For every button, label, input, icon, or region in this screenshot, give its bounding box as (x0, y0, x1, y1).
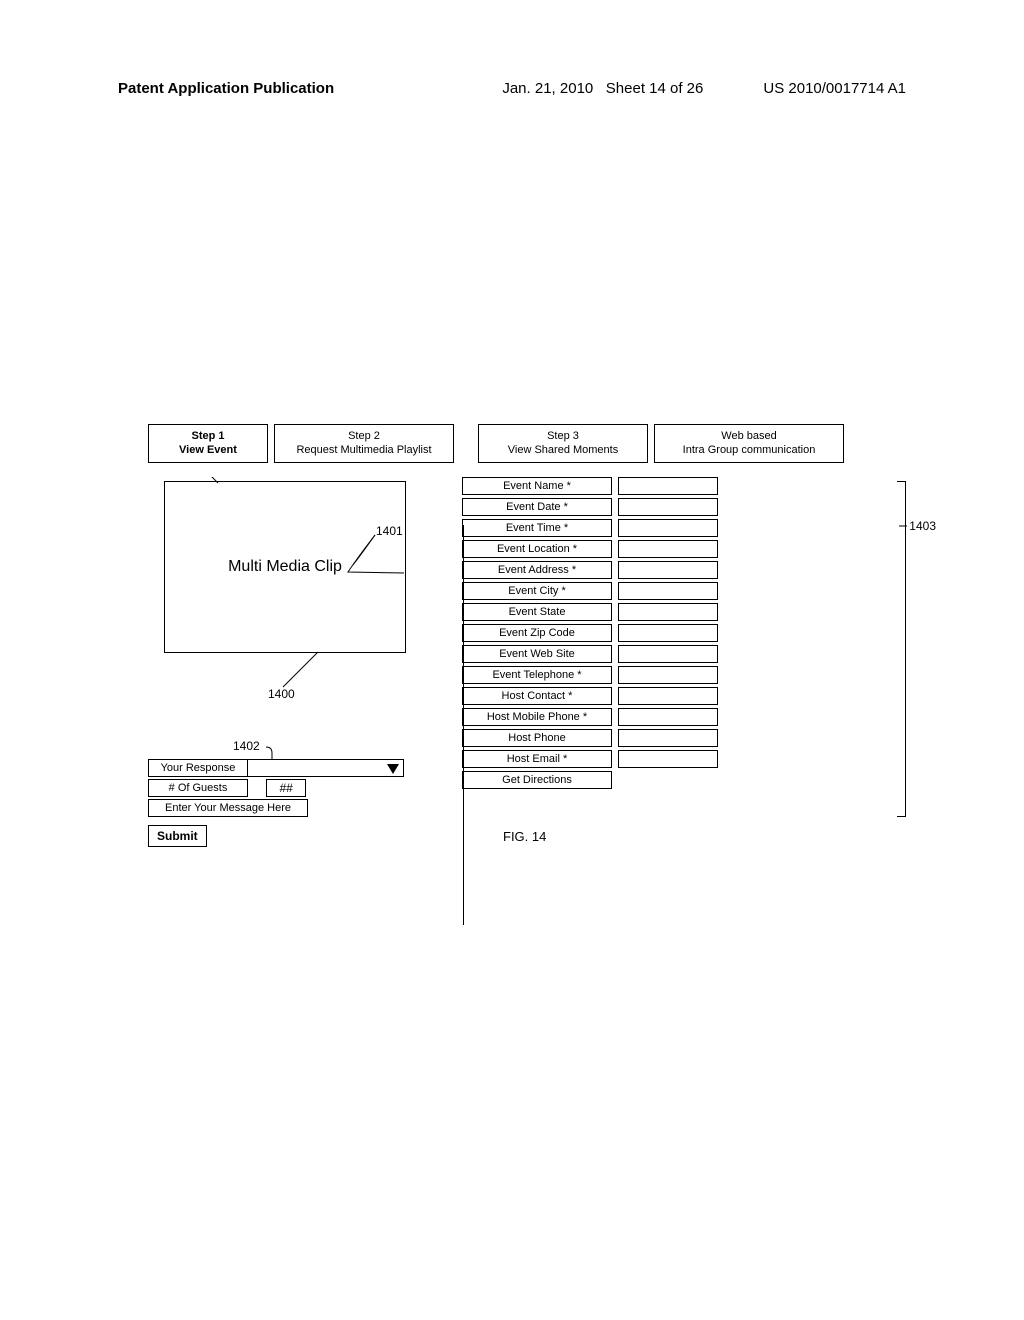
your-response-label: Your Response (148, 759, 248, 777)
callout-1401: 1401 (376, 524, 403, 538)
field-event-city: Event City * (462, 582, 612, 600)
response-block: Your Response # Of Guests ## Enter Your … (148, 759, 458, 847)
field-host-mobile: Host Mobile Phone * (462, 708, 612, 726)
field-event-date: Event Date * (462, 498, 612, 516)
input-event-address[interactable] (618, 561, 718, 579)
field-event-address: Event Address * (462, 561, 612, 579)
header-date: Jan. 21, 2010 (502, 80, 593, 97)
tab-step-2[interactable]: Step 2 Request Multimedia Playlist (274, 424, 454, 463)
callout-1403: 1403 (899, 519, 936, 533)
input-host-phone[interactable] (618, 729, 718, 747)
tab-step-2-title: Step 2 (279, 429, 449, 443)
input-host-email[interactable] (618, 750, 718, 768)
your-response-select[interactable] (248, 759, 404, 777)
input-event-time[interactable] (618, 519, 718, 537)
figure-caption: FIG. 14 (503, 829, 546, 844)
input-event-name[interactable] (618, 477, 718, 495)
figure-14: Step 1 View Event Step 2 Request Multime… (148, 424, 898, 847)
step-tabs: Step 1 View Event Step 2 Request Multime… (148, 424, 898, 463)
multimedia-clip-box[interactable]: Multi Media Clip (164, 481, 406, 653)
tab-step-1-title: Step 1 (153, 429, 263, 443)
tab-step-3[interactable]: Step 3 View Shared Moments (478, 424, 648, 463)
input-event-location[interactable] (618, 540, 718, 558)
field-host-contact: Host Contact * (462, 687, 612, 705)
page-header: Patent Application Publication Jan. 21, … (0, 80, 1024, 97)
input-event-city[interactable] (618, 582, 718, 600)
tab-step-2-sub: Request Multimedia Playlist (279, 443, 449, 457)
callout-1400: 1400 (268, 687, 295, 701)
input-host-mobile[interactable] (618, 708, 718, 726)
submit-button[interactable]: Submit (148, 825, 207, 847)
field-event-zip: Event Zip Code (462, 624, 612, 642)
field-event-telephone: Event Telephone * (462, 666, 612, 684)
field-event-location: Event Location * (462, 540, 612, 558)
callout-1403-tick (899, 521, 909, 531)
tab-step-3-title: Step 3 (483, 429, 643, 443)
field-event-website: Event Web Site (462, 645, 612, 663)
field-get-directions[interactable]: Get Directions (462, 771, 612, 789)
header-date-sheet: Jan. 21, 2010 Sheet 14 of 26 (502, 80, 763, 97)
input-event-date[interactable] (618, 498, 718, 516)
callout-1402: 1402 (233, 739, 260, 753)
multimedia-clip-label: Multi Media Clip (228, 558, 342, 576)
tab-web-line1: Web based (659, 429, 839, 443)
tab-web-line2: Intra Group communication (659, 443, 839, 457)
header-sheet: Sheet 14 of 26 (606, 80, 704, 97)
num-guests-input[interactable]: ## (266, 779, 306, 797)
tab-step-3-sub: View Shared Moments (483, 443, 643, 457)
field-event-time: Event Time * (462, 519, 612, 537)
input-event-state[interactable] (618, 603, 718, 621)
tab-step-1-sub: View Event (153, 443, 263, 457)
tab-step-1[interactable]: Step 1 View Event (148, 424, 268, 463)
event-fields: Event Name * Event Date * Event Time * E… (462, 477, 898, 789)
field-host-phone: Host Phone (462, 729, 612, 747)
input-event-website[interactable] (618, 645, 718, 663)
field-event-name: Event Name * (462, 477, 612, 495)
callout-1403-text: 1403 (909, 519, 936, 533)
header-pubnum: US 2010/0017714 A1 (763, 80, 1024, 97)
input-event-telephone[interactable] (618, 666, 718, 684)
field-host-email: Host Email * (462, 750, 612, 768)
input-event-zip[interactable] (618, 624, 718, 642)
num-guests-label: # Of Guests (148, 779, 248, 797)
tab-web-based[interactable]: Web based Intra Group communication (654, 424, 844, 463)
field-event-state: Event State (462, 603, 612, 621)
input-host-contact[interactable] (618, 687, 718, 705)
header-publisher: Patent Application Publication (0, 80, 334, 97)
message-input[interactable]: Enter Your Message Here (148, 799, 308, 817)
